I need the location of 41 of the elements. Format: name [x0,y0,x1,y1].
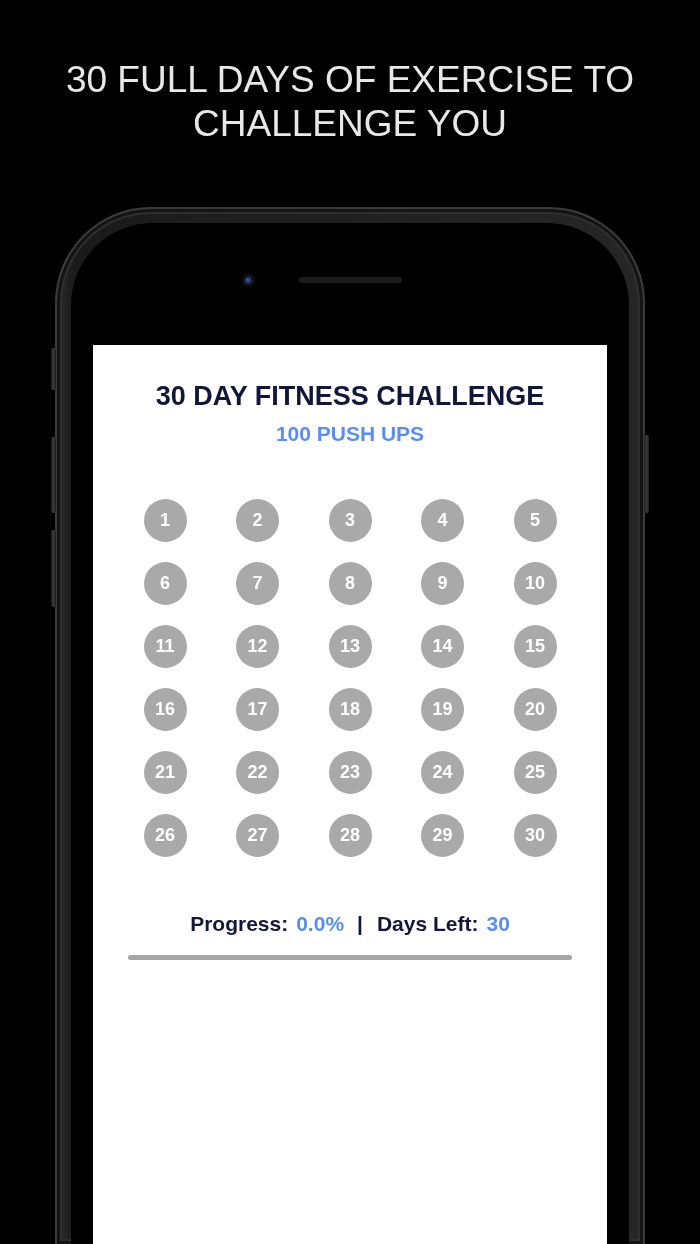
day-button[interactable]: 2 [236,499,279,542]
speaker-grille-icon [298,277,402,283]
day-button[interactable]: 9 [421,562,464,605]
day-button[interactable]: 15 [513,625,557,668]
stat-label: Progress: [190,912,289,936]
day-button[interactable]: 5 [513,499,557,542]
day-button[interactable]: 3 [328,499,372,542]
day-button[interactable]: 16 [143,688,187,731]
day-button[interactable]: 22 [236,751,279,794]
day-button[interactable]: 4 [421,499,464,542]
day-button[interactable]: 19 [421,688,464,731]
day-button[interactable]: 10 [513,562,557,605]
app-subtitle: 100 PUSH UPS [275,422,425,446]
stat-value: 30 [486,912,510,936]
day-button[interactable]: 27 [236,814,279,857]
day-button[interactable]: 29 [421,814,464,857]
day-button[interactable]: 6 [143,562,187,605]
day-button[interactable]: 7 [236,562,279,605]
day-button[interactable]: 13 [328,625,372,668]
headline: 30 FULL DAYS OF EXERCISE TO CHALLENGE YOU [64,58,636,146]
day-button[interactable]: 28 [328,814,372,857]
app-title: 30 DAY FITNESS CHALLENGE [155,380,545,412]
day-button[interactable]: 14 [421,625,464,668]
day-button[interactable]: 25 [513,751,557,794]
day-button[interactable]: 11 [143,625,187,668]
day-button[interactable]: 1 [143,499,187,542]
day-button[interactable]: 8 [328,562,372,605]
day-button[interactable]: 26 [143,814,187,857]
stat-value: 0.0% [296,912,345,936]
day-button[interactable]: 20 [513,688,557,731]
phone-side-key [51,348,56,390]
day-button[interactable]: 17 [236,688,279,731]
stat-label: Days Left: [376,912,479,936]
day-button[interactable]: 18 [328,688,372,731]
day-button[interactable]: 12 [236,625,279,668]
day-button[interactable]: 21 [143,751,187,794]
day-button[interactable]: 30 [513,814,557,857]
day-button[interactable]: 24 [421,751,464,794]
day-button[interactable]: 23 [328,751,372,794]
camera-icon [241,274,255,287]
separator-text: | [357,912,363,936]
